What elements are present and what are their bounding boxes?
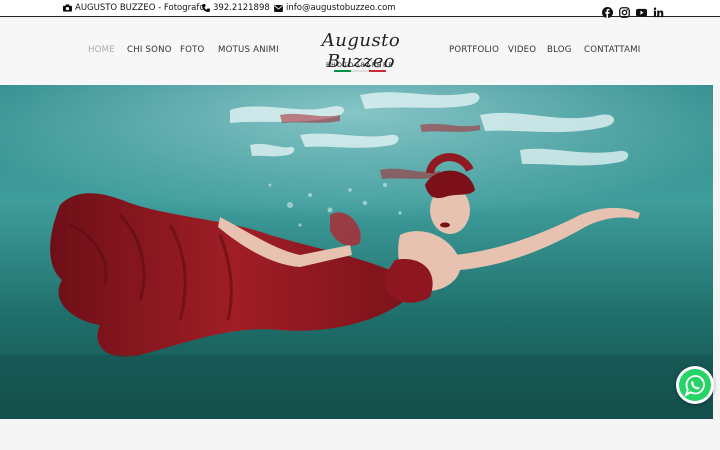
- nav-blog[interactable]: BLOG: [547, 45, 572, 55]
- social-links: [602, 3, 664, 18]
- top-info-bar: AUGUSTO BUZZEO - Fotografo 392.2121898 i…: [0, 0, 720, 18]
- nav-portfolio[interactable]: PORTFOLIO: [449, 45, 499, 55]
- nav-contattami[interactable]: CONTATTAMI: [584, 45, 641, 55]
- nav-video[interactable]: VIDEO: [508, 45, 536, 55]
- email-text: info@augustobuzzeo.com: [286, 3, 396, 13]
- underwater-photo: [0, 85, 713, 419]
- phone-text: 392.2121898: [213, 3, 270, 13]
- envelope-icon: [274, 4, 283, 12]
- nav-home[interactable]: HOME: [88, 45, 115, 55]
- hero-image: [0, 85, 713, 419]
- brand-text: AUGUSTO BUZZEO - Fotografo: [75, 3, 205, 13]
- nav-chi-sono[interactable]: CHI SONO: [127, 45, 172, 55]
- facebook-icon[interactable]: [602, 3, 613, 18]
- whatsapp-icon: [679, 369, 711, 401]
- logo-subtitle: PHOTOGRAPHER: [325, 62, 394, 69]
- youtube-icon[interactable]: [636, 3, 647, 17]
- camera-icon: [63, 4, 72, 12]
- phone-link[interactable]: 392.2121898: [202, 3, 270, 13]
- nav-motus-animi[interactable]: MOTUS ANIMI: [218, 45, 279, 55]
- site-logo[interactable]: Augusto Buzzeo PHOTOGRAPHER: [290, 28, 430, 74]
- email-link[interactable]: info@augustobuzzeo.com: [274, 3, 396, 13]
- linkedin-icon[interactable]: [653, 3, 664, 18]
- brand-contact: AUGUSTO BUZZEO - Fotografo: [63, 3, 205, 13]
- italian-flag-stripe: [334, 70, 386, 72]
- main-navigation: HOME CHI SONO FOTO MOTUS ANIMI Augusto B…: [0, 18, 720, 85]
- phone-icon: [202, 4, 210, 12]
- nav-foto[interactable]: FOTO: [180, 45, 205, 55]
- instagram-icon[interactable]: [619, 3, 630, 18]
- whatsapp-button[interactable]: [676, 366, 714, 404]
